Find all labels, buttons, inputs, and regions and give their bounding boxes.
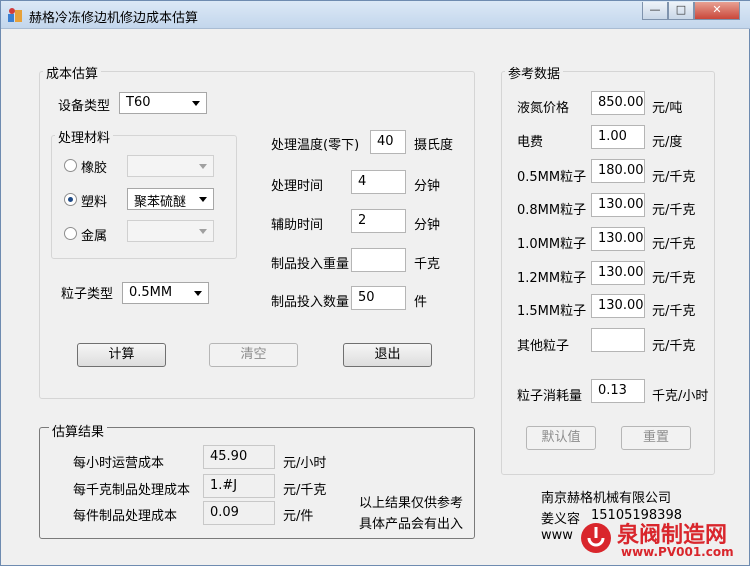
particle-type-label: 粒子类型 <box>61 287 114 302</box>
qty-input[interactable]: 50 <box>351 286 406 310</box>
note-line-2: 具体产品会有出入 <box>359 517 464 532</box>
radio-selected-dot <box>68 197 73 202</box>
chevron-down-icon <box>199 229 207 234</box>
cost-estimate-title: 成本估算 <box>43 63 102 82</box>
aux-time-input[interactable]: 2 <box>351 209 406 233</box>
ref-row-input[interactable]: 130.00 <box>591 193 645 217</box>
particle-type-value: 0.5MM <box>129 285 173 300</box>
hourly-cost-unit: 元/小时 <box>283 456 327 471</box>
metal-select[interactable] <box>127 220 214 242</box>
chevron-down-icon <box>199 164 207 169</box>
time-unit: 分钟 <box>414 179 441 194</box>
material-group-title: 处理材料 <box>55 127 114 146</box>
company-web: www <box>541 528 573 543</box>
qty-label: 制品投入数量 <box>271 295 350 310</box>
weight-unit: 千克 <box>414 257 441 272</box>
perkg-cost-label: 每千克制品处理成本 <box>73 483 191 498</box>
ref-row-unit: 元/千克 <box>652 304 696 319</box>
close-button[interactable]: ✕ <box>694 2 740 20</box>
ref-row-label: 其他粒子 <box>517 339 570 354</box>
qty-unit: 件 <box>414 295 428 310</box>
window-title: 赫格冷冻修边机修边成本估算 <box>29 11 199 26</box>
weight-label: 制品投入重量 <box>271 257 350 272</box>
perpiece-cost-value: 0.09 <box>203 501 275 525</box>
consumption-unit: 千克/小时 <box>652 389 709 404</box>
ref-row-unit: 元/千克 <box>652 271 696 286</box>
reference-group-title: 参考数据 <box>505 63 564 82</box>
ref-row-label: 1.0MM粒子 <box>517 237 587 252</box>
temp-input[interactable]: 40 <box>370 130 406 154</box>
aux-time-unit: 分钟 <box>414 218 441 233</box>
ref-row-label: 0.5MM粒子 <box>517 170 587 185</box>
ref-row-label: 电费 <box>517 135 544 150</box>
ref-row-input[interactable]: 130.00 <box>591 294 645 318</box>
ref-row-input[interactable]: 180.00 <box>591 159 645 183</box>
temp-label: 处理温度(零下) <box>271 138 360 153</box>
rubber-select[interactable] <box>127 155 214 177</box>
plastic-select-value: 聚苯硫醚 <box>134 195 187 210</box>
hourly-cost-value: 45.90 <box>203 445 275 469</box>
chevron-down-icon <box>199 197 207 202</box>
calculate-button[interactable]: 计算 <box>77 343 166 367</box>
ref-row-input[interactable]: 130.00 <box>591 261 645 285</box>
note-line-1: 以上结果仅供参考 <box>359 496 464 511</box>
chevron-down-icon <box>194 291 202 296</box>
metal-label: 金属 <box>81 229 108 244</box>
ref-row-unit: 元/千克 <box>652 237 696 252</box>
consumption-input[interactable]: 0.13 <box>591 379 645 403</box>
temp-unit: 摄氏度 <box>414 138 454 153</box>
ref-row-unit: 元/度 <box>652 135 683 150</box>
ref-row-label: 1.2MM粒子 <box>517 271 587 286</box>
consumption-label: 粒子消耗量 <box>517 389 583 404</box>
ref-row-label: 1.5MM粒子 <box>517 304 587 319</box>
chevron-down-icon <box>192 101 200 106</box>
ref-row-input[interactable] <box>591 328 645 352</box>
company-name: 南京赫格机械有限公司 <box>541 491 672 506</box>
plastic-label: 塑料 <box>81 195 108 210</box>
maximize-button[interactable]: □ <box>668 2 694 20</box>
ref-row-input[interactable]: 1.00 <box>591 125 645 149</box>
reset-button[interactable]: 重置 <box>621 426 691 450</box>
perkg-cost-unit: 元/千克 <box>283 483 327 498</box>
ref-row-unit: 元/吨 <box>652 101 683 116</box>
watermark: 泉阀制造网 www.PV001.com <box>577 515 749 565</box>
rubber-label: 橡胶 <box>81 161 108 176</box>
time-label: 处理时间 <box>271 179 324 194</box>
perpiece-cost-label: 每件制品处理成本 <box>73 509 178 524</box>
ref-row-label: 液氮价格 <box>517 101 570 116</box>
ref-row-input[interactable]: 130.00 <box>591 227 645 251</box>
exit-button[interactable]: 退出 <box>343 343 432 367</box>
plastic-radio[interactable] <box>64 193 77 206</box>
perpiece-cost-unit: 元/件 <box>283 509 314 524</box>
device-type-select[interactable]: T60 <box>119 92 207 114</box>
hourly-cost-label: 每小时运营成本 <box>73 456 165 471</box>
ref-row-unit: 元/千克 <box>652 203 696 218</box>
device-type-label: 设备类型 <box>58 99 111 114</box>
ref-row-unit: 元/千克 <box>652 170 696 185</box>
plastic-select[interactable]: 聚苯硫醚 <box>127 188 214 210</box>
ref-row-input[interactable]: 850.00 <box>591 91 645 115</box>
default-button[interactable]: 默认值 <box>526 426 596 450</box>
rubber-radio[interactable] <box>64 159 77 172</box>
perkg-cost-value: 1.#J <box>203 474 275 498</box>
clear-button[interactable]: 清空 <box>209 343 298 367</box>
watermark-logo-icon <box>581 523 611 553</box>
weight-input[interactable] <box>351 248 406 272</box>
ref-row-label: 0.8MM粒子 <box>517 203 587 218</box>
particle-type-select[interactable]: 0.5MM <box>122 282 209 304</box>
watermark-url: www.PV001.com <box>621 545 734 559</box>
company-contact: 姜义容 <box>541 512 581 527</box>
metal-radio[interactable] <box>64 227 77 240</box>
result-group-title: 估算结果 <box>49 421 108 440</box>
title-bar: 赫格冷冻修边机修边成本估算 — □ ✕ <box>1 1 750 29</box>
ref-row-unit: 元/千克 <box>652 339 696 354</box>
app-window: 赫格冷冻修边机修边成本估算 — □ ✕ 成本估算 设备类型 T60 处理材料 橡… <box>0 0 750 566</box>
app-icon <box>8 8 22 22</box>
minimize-button[interactable]: — <box>642 2 668 20</box>
device-type-value: T60 <box>126 95 151 110</box>
aux-time-label: 辅助时间 <box>271 218 324 233</box>
time-input[interactable]: 4 <box>351 170 406 194</box>
